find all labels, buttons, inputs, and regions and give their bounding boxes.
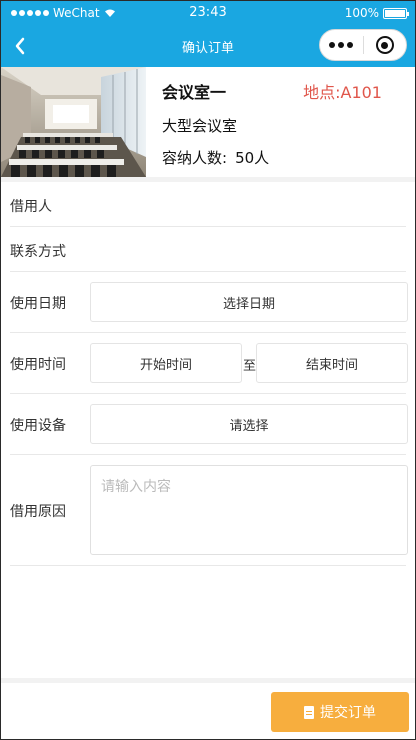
- device-row: 使用设备 请选择: [10, 394, 408, 455]
- time-row: 使用时间 开始时间 至 结束时间: [10, 333, 408, 394]
- reason-placeholder: 请输入内容: [101, 479, 171, 495]
- start-time-picker[interactable]: 开始时间: [90, 343, 242, 383]
- close-target-icon: [375, 36, 394, 54]
- nav-bar: 确认订单: [1, 25, 415, 67]
- date-row: 使用日期 选择日期: [10, 272, 408, 333]
- submit-order-button[interactable]: 提交订单: [271, 692, 409, 732]
- device-select[interactable]: 请选择: [90, 404, 408, 444]
- date-picker[interactable]: 选择日期: [90, 282, 408, 322]
- time-label: 使用时间: [10, 357, 66, 373]
- room-photo: [1, 67, 146, 177]
- room-card: 会议室一 地点:A101 大型会议室 容纳人数: 50人: [1, 67, 415, 177]
- status-bar: WeChat 23:43 100%: [1, 1, 415, 25]
- time-range-separator: 至: [243, 359, 257, 374]
- date-placeholder: 选择日期: [222, 296, 275, 312]
- reason-label: 借用原因: [10, 504, 66, 520]
- battery-icon: [383, 7, 409, 19]
- reason-row: 借用原因 请输入内容: [10, 455, 408, 566]
- mini-program-capsule: [319, 29, 407, 61]
- room-location: 地点:A101: [303, 83, 382, 102]
- room-type: 大型会议室: [162, 117, 238, 135]
- room-name: 会议室一: [162, 83, 227, 102]
- room-capacity: 容纳人数: 50人: [162, 147, 269, 168]
- contact-label: 联系方式: [10, 244, 66, 260]
- close-button[interactable]: [363, 30, 406, 60]
- device-label: 使用设备: [10, 418, 66, 434]
- end-time-picker[interactable]: 结束时间: [256, 343, 408, 383]
- start-time-placeholder: 开始时间: [139, 357, 192, 373]
- more-button[interactable]: [320, 30, 363, 60]
- capacity-label: 容纳人数:: [162, 149, 228, 167]
- borrower-row: 借用人: [10, 182, 406, 227]
- battery-status: 100%: [344, 6, 409, 20]
- device-placeholder: 请选择: [229, 418, 269, 434]
- footer-divider: [1, 678, 415, 683]
- conference-room-image: [1, 67, 146, 177]
- submit-label: 提交订单: [320, 705, 376, 721]
- contact-row: 联系方式: [10, 227, 406, 272]
- document-icon: [304, 705, 314, 719]
- borrower-label: 借用人: [10, 199, 52, 215]
- battery-label: 100%: [344, 6, 379, 20]
- reason-textarea[interactable]: 请输入内容: [90, 465, 408, 555]
- capacity-value: 50人: [235, 149, 270, 167]
- date-label: 使用日期: [10, 296, 66, 312]
- app-frame: WeChat 23:43 100% 确认订单 会议室一 地点:A101 大型会议…: [0, 0, 416, 740]
- end-time-placeholder: 结束时间: [305, 357, 358, 373]
